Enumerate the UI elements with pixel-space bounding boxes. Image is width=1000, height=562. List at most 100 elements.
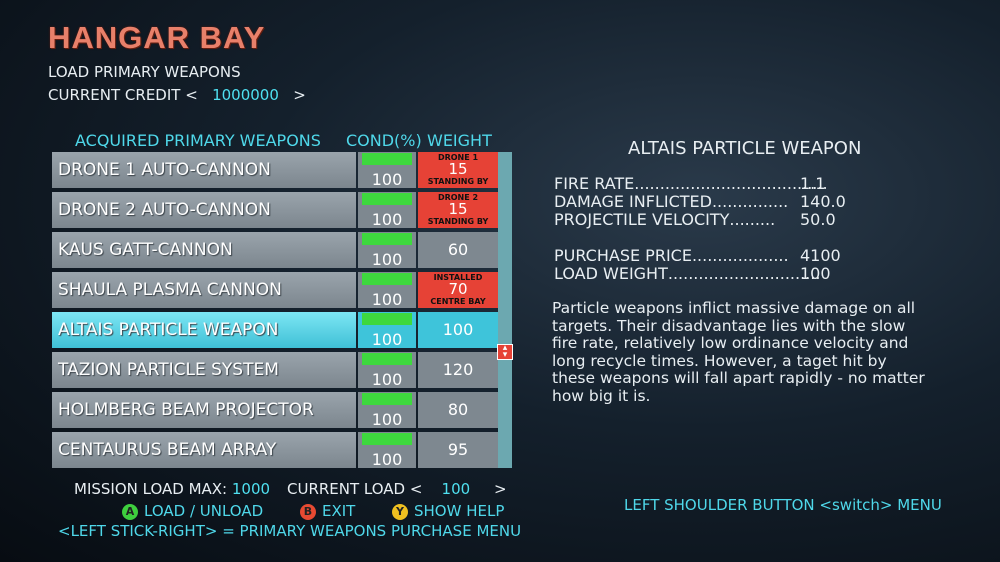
current-load-suffix: > <box>494 480 507 498</box>
weapon-row[interactable]: CENTAURUS BEAM ARRAY 100 95 <box>50 430 500 469</box>
stat-value: 1.1 <box>800 174 826 193</box>
show-help-button[interactable]: Y SHOW HELP <box>392 502 504 520</box>
weapon-row[interactable]: SHAULA PLASMA CANNON 100 INSTALLED 70 CENTRE… <box>50 270 500 309</box>
column-header-weight: WEIGHT <box>427 131 492 150</box>
weapon-name: DRONE 2 AUTO-CANNON <box>52 192 356 228</box>
stat-dots: ................... <box>691 246 789 265</box>
weapon-detail-title: ALTAIS PARTICLE WEAPON <box>628 138 862 159</box>
condition-bar <box>362 433 412 445</box>
stat-value: 4100 <box>800 246 841 265</box>
stat-dots: ...................................... <box>634 174 828 193</box>
weapon-row[interactable]: HOLMBERG BEAM PROJECTOR 100 80 <box>50 390 500 429</box>
weight-value: 120 <box>442 360 474 379</box>
condition-bar <box>362 193 412 205</box>
list-scrollbar[interactable] <box>498 152 512 468</box>
condition-bar <box>362 153 412 165</box>
switch-menu-hint: LEFT SHOULDER BUTTON <switch> MENU <box>624 496 942 514</box>
weapon-row[interactable]: DRONE 1 AUTO-CANNON 100 DRONE 1 15 STANDING … <box>50 150 500 189</box>
condition-cell: 100 <box>358 432 416 469</box>
stat-label: DAMAGE INFLICTED <box>554 192 712 211</box>
condition-value: 100 <box>371 250 403 269</box>
stat-dots: .............................. <box>667 264 821 283</box>
weight-cell: INSTALLED 70 CENTRE BAY <box>418 272 498 308</box>
weapon-name: CENTAURUS BEAM ARRAY <box>52 432 356 468</box>
stat-label: LOAD WEIGHT <box>554 264 668 283</box>
current-load-value: 100 <box>441 480 471 498</box>
condition-bar <box>362 393 412 405</box>
weapon-name: ALTAIS PARTICLE WEAPON <box>52 312 356 348</box>
stat-label: FIRE RATE <box>554 174 635 193</box>
condition-cell: 100 <box>358 152 416 189</box>
weapon-list: DRONE 1 AUTO-CANNON 100 DRONE 1 15 STANDING … <box>50 150 514 469</box>
weight-value: 80 <box>447 400 469 419</box>
condition-cell: 100 <box>358 352 416 389</box>
column-header-acquired: ACQUIRED PRIMARY WEAPONS <box>75 131 321 150</box>
weapon-row[interactable]: KAUS GATT-CANNON 100 60 <box>50 230 500 269</box>
weight-status-bottom: STANDING BY <box>427 217 489 226</box>
condition-value: 100 <box>371 290 403 309</box>
weapon-row[interactable]: ALTAIS PARTICLE WEAPON 100 100 <box>50 310 500 349</box>
current-load-label: CURRENT LOAD < <box>287 480 423 498</box>
weight-cell: 120 <box>418 352 498 388</box>
mission-load-value: 1000 <box>231 480 271 498</box>
purchase-menu-hint: <LEFT STICK-RIGHT> = PRIMARY WEAPONS PUR… <box>58 522 522 540</box>
weapon-description: Particle weapons inflict massive damage … <box>552 299 925 405</box>
condition-value: 100 <box>371 330 403 349</box>
weapon-name: DRONE 1 AUTO-CANNON <box>52 152 356 188</box>
weight-cell: DRONE 1 15 STANDING BY <box>418 152 498 188</box>
load-unload-button[interactable]: A LOAD / UNLOAD <box>122 502 263 520</box>
condition-cell: 100 <box>358 272 416 309</box>
condition-cell: 100 <box>358 232 416 269</box>
load-unload-label: LOAD / UNLOAD <box>144 502 264 520</box>
condition-bar <box>362 273 412 285</box>
weight-status-bottom: CENTRE BAY <box>430 297 486 306</box>
weight-cell: 60 <box>418 232 498 268</box>
weapon-name: TAZION PARTICLE SYSTEM <box>52 352 356 388</box>
page-subtitle: LOAD PRIMARY WEAPONS <box>48 63 241 81</box>
weapon-name: HOLMBERG BEAM PROJECTOR <box>52 392 356 428</box>
condition-bar <box>362 233 412 245</box>
condition-value: 100 <box>371 370 403 389</box>
stat-label: PROJECTILE VELOCITY <box>554 210 730 229</box>
stat-value: 100 <box>800 264 831 283</box>
y-button-icon: Y <box>392 503 408 520</box>
stat-dots: ......... <box>729 210 776 229</box>
weight-value: 100 <box>442 320 474 339</box>
page-title: HANGAR BAY <box>48 20 266 55</box>
condition-bar <box>362 353 412 365</box>
weight-cell: 100 <box>418 312 498 348</box>
condition-cell: 100 <box>358 312 416 349</box>
weight-value: 60 <box>447 240 469 259</box>
weight-value: 95 <box>447 440 469 459</box>
condition-cell: 100 <box>358 392 416 429</box>
weight-value: 15 <box>448 160 468 178</box>
mission-load-max: MISSION LOAD MAX: 1000 <box>74 480 270 498</box>
stat-value: 50.0 <box>800 210 836 229</box>
condition-value: 100 <box>371 210 403 229</box>
credit-readout: CURRENT CREDIT < 1000000 > <box>48 86 306 104</box>
weapon-name: KAUS GATT-CANNON <box>52 232 356 268</box>
condition-bar <box>362 313 412 325</box>
b-button-icon: B <box>300 503 316 520</box>
condition-value: 100 <box>371 410 403 429</box>
scroll-thumb-icon[interactable]: ▴ ▾ <box>497 344 513 360</box>
current-load: CURRENT LOAD < 100 > <box>287 480 507 498</box>
credit-suffix: > <box>293 86 306 104</box>
condition-value: 100 <box>371 170 403 189</box>
a-button-icon: A <box>122 503 138 520</box>
weapon-row[interactable]: TAZION PARTICLE SYSTEM 100 120 <box>50 350 500 389</box>
exit-label: EXIT <box>322 502 356 520</box>
stat-purchase-price: PURCHASE PRICE ................... 4100 <box>554 246 841 265</box>
condition-cell: 100 <box>358 192 416 229</box>
column-header-cond: COND(%) <box>346 131 422 150</box>
weapon-row[interactable]: DRONE 2 AUTO-CANNON 100 DRONE 2 15 STANDING … <box>50 190 500 229</box>
weight-cell: 95 <box>418 432 498 468</box>
condition-value: 100 <box>371 450 403 469</box>
stat-label: PURCHASE PRICE <box>554 246 692 265</box>
credit-value: 1000000 <box>212 86 279 104</box>
stat-velocity: PROJECTILE VELOCITY ......... 50.0 <box>554 210 836 229</box>
exit-button[interactable]: B EXIT <box>300 502 355 520</box>
stat-fire-rate: FIRE RATE ..............................… <box>554 174 828 193</box>
weight-status-bottom: STANDING BY <box>427 177 489 186</box>
weight-cell: DRONE 2 15 STANDING BY <box>418 192 498 228</box>
